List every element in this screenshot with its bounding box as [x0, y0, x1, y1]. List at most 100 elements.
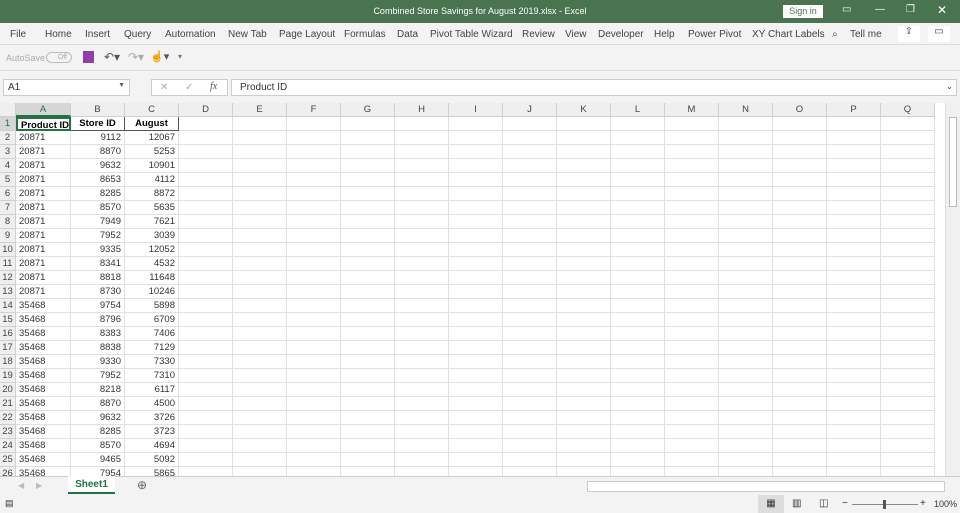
cell-M3[interactable]	[665, 145, 719, 159]
macro-record-icon[interactable]: ▤	[5, 498, 14, 509]
cell-C16[interactable]: 7406	[125, 327, 179, 341]
column-header-F[interactable]: F	[287, 103, 341, 117]
cell-B14[interactable]: 9754	[71, 299, 125, 313]
cell-I18[interactable]	[449, 355, 503, 369]
sheet-next-icon[interactable]: ▶	[36, 481, 42, 490]
cell-J3[interactable]	[503, 145, 557, 159]
row-header[interactable]: 7	[0, 201, 16, 215]
cell-K10[interactable]	[557, 243, 611, 257]
cell-K17[interactable]	[557, 341, 611, 355]
cell-D20[interactable]	[179, 383, 233, 397]
cell-F15[interactable]	[287, 313, 341, 327]
cell-O19[interactable]	[773, 369, 827, 383]
cell-C12[interactable]: 11648	[125, 271, 179, 285]
cell-G17[interactable]	[341, 341, 395, 355]
cell-G14[interactable]	[341, 299, 395, 313]
cell-F23[interactable]	[287, 425, 341, 439]
cell-L25[interactable]	[611, 453, 665, 467]
cell-F19[interactable]	[287, 369, 341, 383]
row-header[interactable]: 16	[0, 327, 16, 341]
cell-L7[interactable]	[611, 201, 665, 215]
cell-F18[interactable]	[287, 355, 341, 369]
cell-D23[interactable]	[179, 425, 233, 439]
cell-N12[interactable]	[719, 271, 773, 285]
cell-O14[interactable]	[773, 299, 827, 313]
cell-J26[interactable]	[503, 467, 557, 476]
sign-in-button[interactable]: Sign in	[783, 5, 823, 18]
cell-E6[interactable]	[233, 187, 287, 201]
cell-B1[interactable]: Store ID	[71, 117, 125, 131]
cell-C20[interactable]: 6117	[125, 383, 179, 397]
search-icon[interactable]: ⌕	[832, 29, 838, 40]
cell-O13[interactable]	[773, 285, 827, 299]
cell-P15[interactable]	[827, 313, 881, 327]
cell-Q4[interactable]	[881, 159, 935, 173]
cell-J18[interactable]	[503, 355, 557, 369]
cell-C26[interactable]: 5865	[125, 467, 179, 476]
cell-F2[interactable]	[287, 131, 341, 145]
cell-E12[interactable]	[233, 271, 287, 285]
cell-H15[interactable]	[395, 313, 449, 327]
cell-H13[interactable]	[395, 285, 449, 299]
cell-M21[interactable]	[665, 397, 719, 411]
cell-K4[interactable]	[557, 159, 611, 173]
comments-icon[interactable]: ▭	[928, 26, 950, 42]
cell-P17[interactable]	[827, 341, 881, 355]
column-header-G[interactable]: G	[341, 103, 395, 117]
cell-D25[interactable]	[179, 453, 233, 467]
cell-F20[interactable]	[287, 383, 341, 397]
cell-L22[interactable]	[611, 411, 665, 425]
column-header-P[interactable]: P	[827, 103, 881, 117]
cell-M16[interactable]	[665, 327, 719, 341]
cell-C23[interactable]: 3723	[125, 425, 179, 439]
cell-K14[interactable]	[557, 299, 611, 313]
cell-G9[interactable]	[341, 229, 395, 243]
zoom-in-icon[interactable]: +	[920, 498, 926, 509]
cell-E2[interactable]	[233, 131, 287, 145]
cell-B16[interactable]: 8383	[71, 327, 125, 341]
cell-D5[interactable]	[179, 173, 233, 187]
cell-E24[interactable]	[233, 439, 287, 453]
cell-C22[interactable]: 3726	[125, 411, 179, 425]
sheet-tab-sheet1[interactable]: Sheet1	[68, 476, 115, 494]
cell-H14[interactable]	[395, 299, 449, 313]
cell-I2[interactable]	[449, 131, 503, 145]
cell-F11[interactable]	[287, 257, 341, 271]
cell-M20[interactable]	[665, 383, 719, 397]
cell-K24[interactable]	[557, 439, 611, 453]
cell-J10[interactable]	[503, 243, 557, 257]
formula-input[interactable]: Product ID	[231, 79, 957, 96]
cell-J25[interactable]	[503, 453, 557, 467]
cell-E20[interactable]	[233, 383, 287, 397]
horizontal-scrollbar[interactable]	[587, 481, 945, 492]
cell-D22[interactable]	[179, 411, 233, 425]
cell-F5[interactable]	[287, 173, 341, 187]
cell-D19[interactable]	[179, 369, 233, 383]
cell-A15[interactable]: 35468	[16, 313, 71, 327]
cell-G5[interactable]	[341, 173, 395, 187]
cell-C1[interactable]: August	[125, 117, 179, 131]
cell-P21[interactable]	[827, 397, 881, 411]
cell-K20[interactable]	[557, 383, 611, 397]
cell-I15[interactable]	[449, 313, 503, 327]
cell-K11[interactable]	[557, 257, 611, 271]
cell-F25[interactable]	[287, 453, 341, 467]
page-break-view-icon[interactable]: ◫	[819, 498, 828, 509]
cell-B13[interactable]: 8730	[71, 285, 125, 299]
cell-G7[interactable]	[341, 201, 395, 215]
cell-C2[interactable]: 12067	[125, 131, 179, 145]
cell-Q17[interactable]	[881, 341, 935, 355]
cell-E21[interactable]	[233, 397, 287, 411]
row-header[interactable]: 18	[0, 355, 16, 369]
cell-N1[interactable]	[719, 117, 773, 131]
row-header[interactable]: 24	[0, 439, 16, 453]
cell-K7[interactable]	[557, 201, 611, 215]
cell-Q16[interactable]	[881, 327, 935, 341]
cell-E3[interactable]	[233, 145, 287, 159]
cell-P13[interactable]	[827, 285, 881, 299]
cell-D18[interactable]	[179, 355, 233, 369]
cell-D26[interactable]	[179, 467, 233, 476]
tab-formulas[interactable]: Formulas	[344, 29, 386, 40]
cell-C7[interactable]: 5635	[125, 201, 179, 215]
cell-O22[interactable]	[773, 411, 827, 425]
